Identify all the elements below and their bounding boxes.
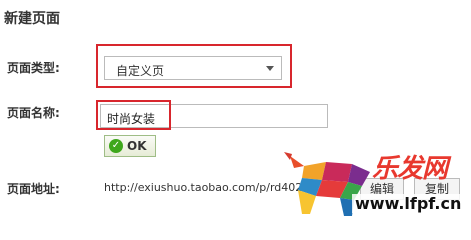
ok-button[interactable]: ✓ OK [104,135,156,157]
page-address-label: 页面地址: [7,182,60,196]
page-type-select[interactable]: 自定义页 [104,56,282,80]
highlight-box-name [96,100,171,130]
chevron-down-icon [266,66,274,71]
page-name-label: 页面名称: [7,106,60,120]
page-type-label: 页面类型: [7,61,60,75]
page-type-value: 自定义页 [116,64,165,78]
watermark-url: www.lfpf.cn [352,194,465,213]
check-circle-icon: ✓ [109,139,123,153]
ok-button-label: OK [127,139,147,153]
watermark-logo-text: 乐发网 [372,154,448,184]
page-title: 新建页面 [4,11,60,27]
page-address-url: http://exiushuo.taobao.com/p/rd402 [104,181,303,194]
